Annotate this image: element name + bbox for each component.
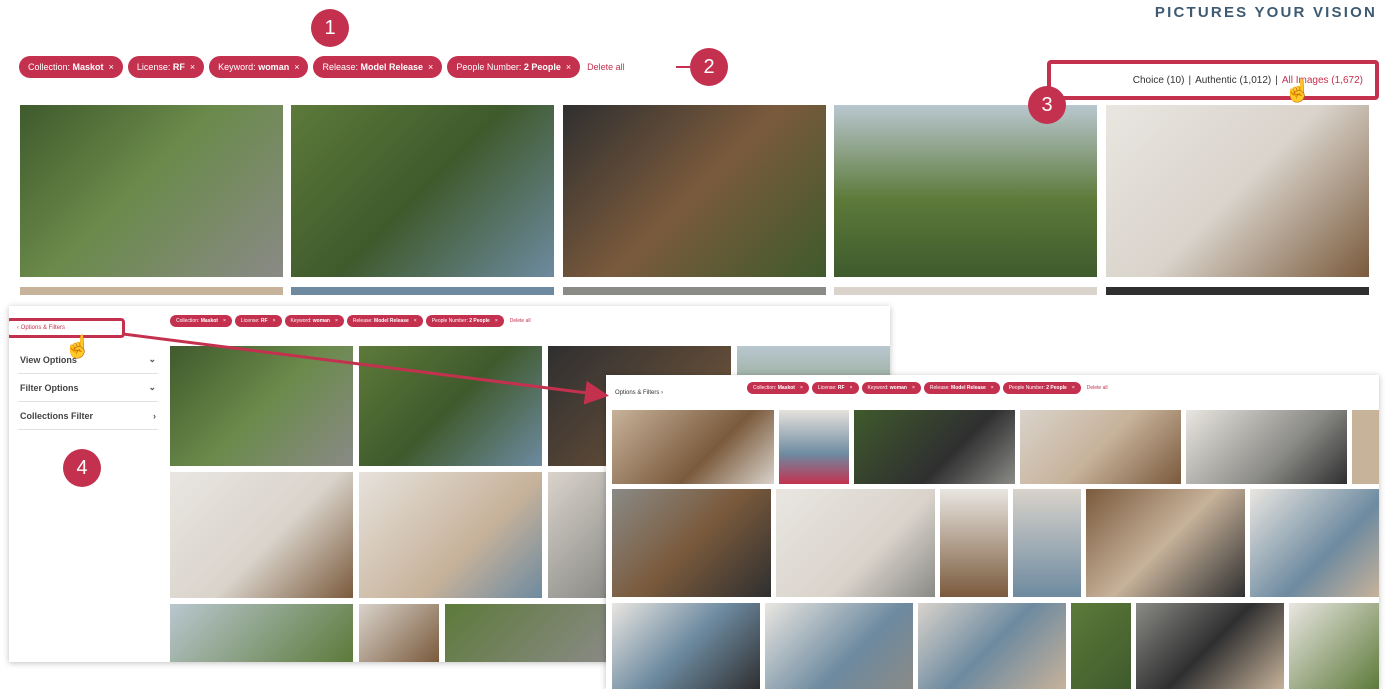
remove-icon[interactable]: ×: [850, 385, 853, 391]
sort-choice-link[interactable]: Choice (10): [1133, 75, 1185, 86]
photo-family[interactable]: [1020, 410, 1181, 484]
photo-kitchen-table[interactable]: [940, 489, 1008, 597]
filter-chip-collection[interactable]: Collection: Maskot ×: [170, 315, 232, 327]
photo-partial[interactable]: [1289, 603, 1379, 689]
photo-nurse-patient[interactable]: [612, 603, 760, 689]
filter-chip-license[interactable]: License: RF ×: [127, 56, 205, 78]
remove-icon[interactable]: ×: [800, 385, 803, 391]
filter-chip-release[interactable]: Release: Model Release ×: [923, 382, 1000, 394]
remove-icon[interactable]: ×: [414, 318, 417, 324]
photo-cooking[interactable]: [1136, 603, 1284, 689]
hand-cursor-icon: ☝: [1284, 78, 1312, 103]
filter-chip-keyword[interactable]: Keyword: woman ×: [861, 382, 921, 394]
filter-chip-license[interactable]: License: RF ×: [234, 315, 282, 327]
side-item-collections-filter[interactable]: Collections Filter ›: [18, 402, 158, 430]
photo-couple-street[interactable]: [359, 604, 439, 662]
photo-kitchen[interactable]: [548, 472, 608, 598]
step-badge-4: 4: [63, 449, 101, 487]
photo-partial[interactable]: [563, 287, 826, 295]
remove-icon[interactable]: ×: [1072, 385, 1075, 391]
photo-couple-hiking[interactable]: [291, 105, 554, 277]
remove-icon[interactable]: ×: [273, 318, 276, 324]
filter-chip-keyword[interactable]: Keyword: woman ×: [284, 315, 344, 327]
photo-greenhouse[interactable]: [170, 604, 353, 662]
remove-icon[interactable]: ×: [190, 62, 195, 72]
remove-icon[interactable]: ×: [566, 62, 571, 72]
photo-caregiver[interactable]: [918, 603, 1066, 689]
photo-legs-rug[interactable]: [779, 410, 849, 484]
delete-all-link[interactable]: Delete all: [1087, 385, 1108, 391]
photo-couple-sofa[interactable]: [776, 489, 935, 597]
filter-chip-release[interactable]: Release: Model Release ×: [313, 56, 443, 78]
hand-cursor-icon: ☝: [64, 334, 92, 359]
remove-icon[interactable]: ×: [109, 62, 114, 72]
photo-woman-garden[interactable]: [834, 105, 1097, 277]
photo-nurse-check[interactable]: [765, 603, 913, 689]
delete-all-link[interactable]: Delete all: [510, 318, 531, 324]
remove-icon[interactable]: ×: [223, 318, 226, 324]
side-item-filter-options[interactable]: Filter Options ⌄: [18, 374, 158, 402]
photo-woman-smiling[interactable]: [563, 105, 826, 277]
photo-woman-vacuum[interactable]: [359, 472, 542, 598]
filter-chip-license[interactable]: License: RF ×: [811, 382, 859, 394]
photo-car[interactable]: [445, 604, 608, 662]
photo-wheelchair[interactable]: [1186, 410, 1347, 484]
filter-chip-bar-small: Collection: Maskot × License: RF × Keyword…: [170, 315, 531, 327]
photo-couple-laptop[interactable]: [1086, 489, 1245, 597]
brand-tagline: PICTURES YOUR VISION: [1154, 4, 1377, 21]
filter-chip-collection[interactable]: Collection: Maskot ×: [747, 382, 809, 394]
photo-women-blonde[interactable]: [1250, 489, 1379, 597]
chevron-right-icon: ›: [153, 410, 156, 421]
remove-icon[interactable]: ×: [335, 318, 338, 324]
options-panel-hidden: Options & Filters › Collection: Maskot × …: [606, 375, 1379, 689]
filter-chip-keyword[interactable]: Keyword: woman ×: [209, 56, 309, 78]
photo-man-ironing[interactable]: [170, 472, 353, 598]
sort-options: Choice (10) | Authentic (1,012) | All Im…: [1047, 60, 1379, 100]
options-filters-toggle[interactable]: Options & Filters ›: [615, 390, 663, 396]
remove-icon[interactable]: ×: [428, 62, 433, 72]
photo-partial[interactable]: [1352, 410, 1379, 484]
step-badge-1: 1: [311, 9, 349, 47]
chevron-down-icon: ⌄: [148, 354, 156, 364]
delete-all-link[interactable]: Delete all: [587, 62, 625, 72]
filter-chip-people-number[interactable]: People Number: 2 People ×: [425, 315, 504, 327]
separator: |: [1275, 74, 1278, 86]
remove-icon[interactable]: ×: [991, 385, 994, 391]
photo-partial[interactable]: [20, 287, 283, 295]
photo-bike-street[interactable]: [854, 410, 1015, 484]
chevron-down-icon: ⌄: [148, 382, 156, 392]
photo-couple-camera[interactable]: [170, 346, 353, 466]
remove-icon[interactable]: ×: [912, 385, 915, 391]
remove-icon[interactable]: ×: [495, 318, 498, 324]
filter-chip-bar: Collection: Maskot × License: RF × Keyword…: [19, 56, 625, 78]
photo-partial[interactable]: [291, 287, 554, 295]
filter-chip-collection[interactable]: Collection: Maskot ×: [19, 56, 123, 78]
step-badge-2: 2: [690, 48, 728, 86]
filter-chip-people-number[interactable]: People Number: 2 People ×: [1002, 382, 1081, 394]
filter-chip-people-number[interactable]: People Number: 2 People ×: [447, 56, 581, 78]
photo-partial[interactable]: [1106, 287, 1369, 295]
remove-icon[interactable]: ×: [294, 62, 299, 72]
photo-partial[interactable]: [834, 287, 1097, 295]
filter-chip-release[interactable]: Release: Model Release ×: [346, 315, 423, 327]
photo-couple-camera[interactable]: [20, 105, 283, 277]
separator: |: [1188, 74, 1192, 86]
photo-garden-table[interactable]: [1071, 603, 1131, 689]
sort-authentic-link[interactable]: Authentic (1,012): [1195, 75, 1271, 86]
photo-couple-cleaning[interactable]: [1106, 105, 1369, 277]
step-badge-3: 3: [1028, 86, 1066, 124]
photo-woman-bookshelf[interactable]: [612, 489, 771, 597]
photo-dining[interactable]: [1013, 489, 1081, 597]
photo-couple-kiss[interactable]: [612, 410, 774, 484]
photo-couple-hiking[interactable]: [359, 346, 542, 466]
filter-chip-bar-small: Collection: Maskot × License: RF × Keyword…: [747, 382, 1108, 394]
